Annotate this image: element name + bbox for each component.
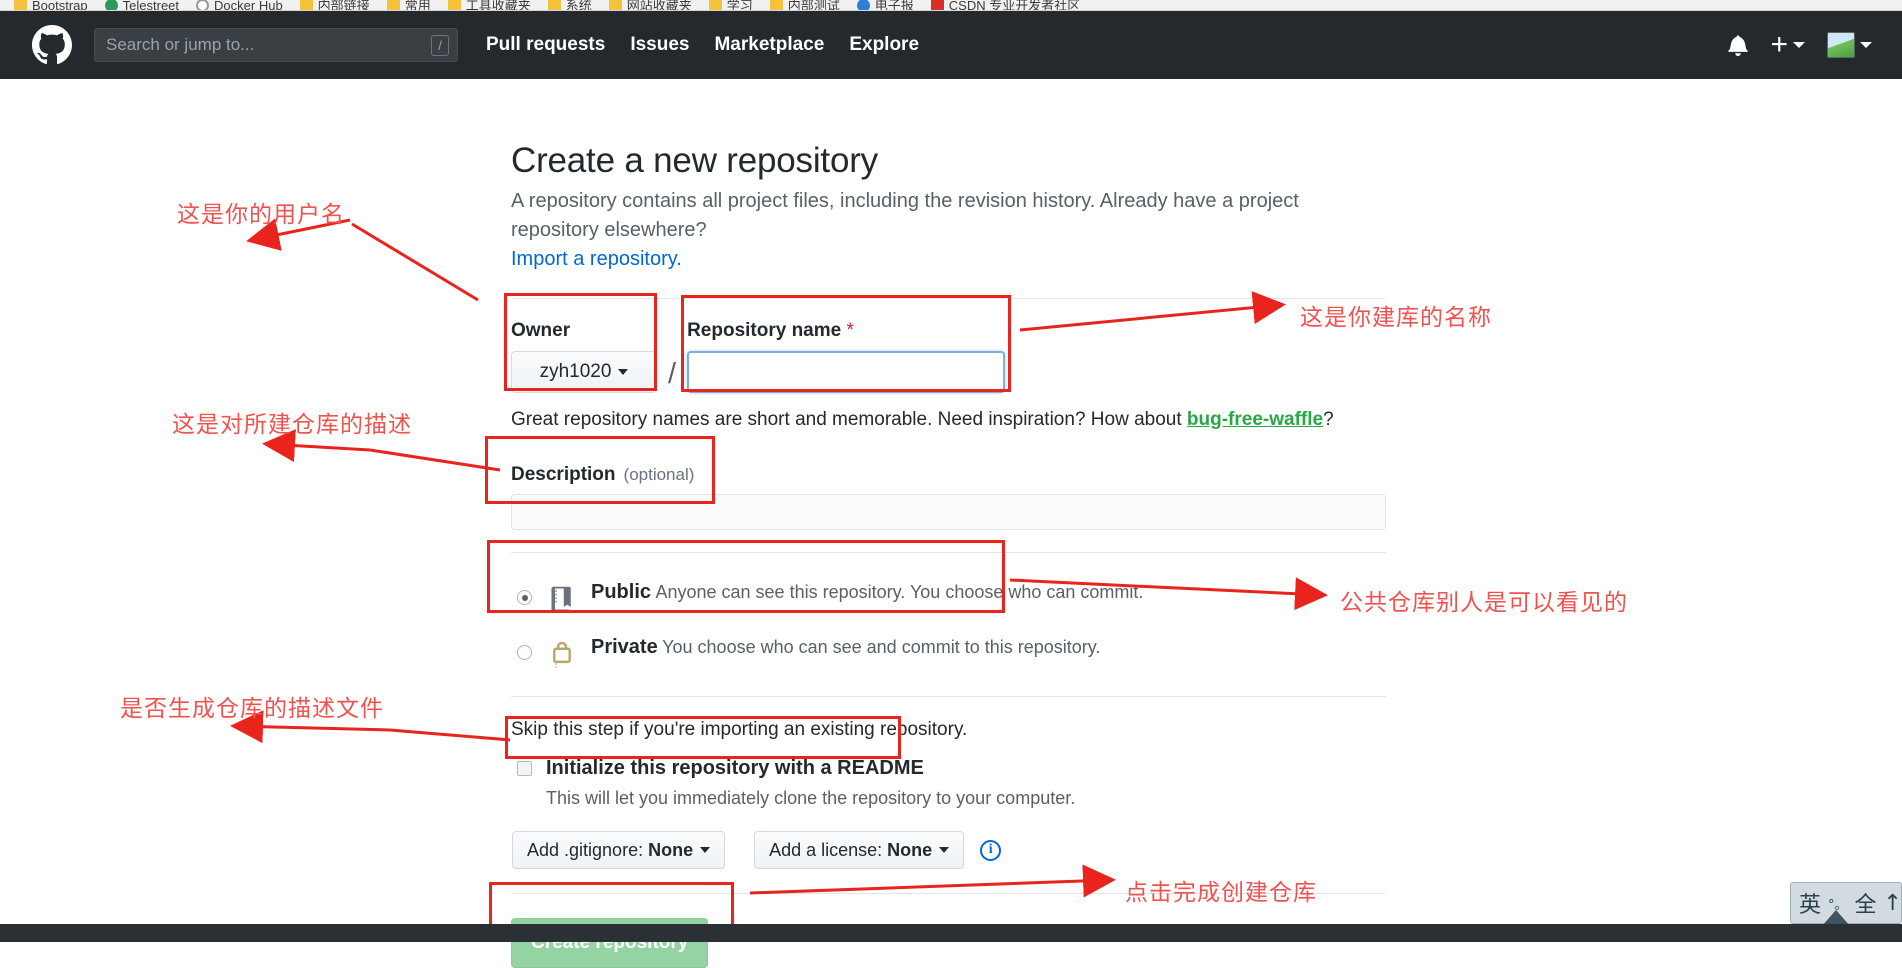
- chevron-down-icon: [939, 847, 950, 853]
- folder-icon: [447, 0, 461, 10]
- highlight-readme: [505, 716, 901, 759]
- bookmark-item[interactable]: Bootstrap: [14, 0, 88, 11]
- annotation-text-create: 点击完成创建仓库: [1125, 880, 1317, 906]
- import-repository-link[interactable]: Import a repository.: [511, 248, 682, 270]
- bookmark-item[interactable]: Docker Hub: [196, 0, 283, 11]
- bell-icon[interactable]: [1728, 34, 1749, 56]
- ime-extra-toggle[interactable]: ↑: [1884, 891, 1901, 916]
- bookmark-item[interactable]: 内部测试: [769, 0, 840, 11]
- bookmark-label: Telestreet: [122, 0, 180, 11]
- bookmark-label: 工具收藏夹: [465, 0, 531, 11]
- bookmark-label: 电子报: [874, 0, 914, 11]
- site-icon: [856, 0, 870, 10]
- gitignore-select-button[interactable]: Add .gitignore: None: [512, 831, 726, 869]
- chevron-down-icon: [1793, 42, 1805, 48]
- bookmark-item[interactable]: CSDN 专业开发者社区: [930, 0, 1081, 11]
- bookmark-label: 网站收藏夹: [626, 0, 692, 11]
- plus-icon: +: [1770, 28, 1788, 61]
- site-icon: [104, 0, 118, 10]
- nav-pull-requests[interactable]: Pull requests: [486, 34, 605, 56]
- folder-icon: [708, 0, 722, 10]
- browser-bookmarks-bar[interactable]: Bootstrap Telestreet Docker Hub 内部链接 常用 …: [0, 0, 1902, 11]
- annotation-text-public: 公共仓库别人是可以看见的: [1340, 590, 1628, 616]
- taskbar: [0, 924, 1902, 942]
- template-selectors: Add .gitignore: None Add a license: None…: [512, 831, 1386, 869]
- bookmark-item[interactable]: 学习: [708, 0, 753, 11]
- bookmark-label: Bootstrap: [32, 0, 88, 11]
- folder-icon: [547, 0, 561, 10]
- highlight-repository-name: [681, 295, 1011, 392]
- private-radio[interactable]: [517, 645, 532, 660]
- chevron-down-icon: [1860, 42, 1872, 48]
- header-right-actions: +: [1728, 28, 1882, 61]
- bookmark-label: 常用: [404, 0, 431, 11]
- license-prefix: Add a license:: [769, 839, 883, 860]
- bookmark-label: 内部测试: [787, 0, 840, 11]
- site-icon: [196, 0, 210, 10]
- bookmark-item[interactable]: 常用: [386, 0, 431, 11]
- gitignore-prefix: Add .gitignore:: [527, 839, 644, 860]
- search-input[interactable]: [94, 28, 458, 62]
- repository-name-suggestion[interactable]: bug-free-waffle: [1187, 409, 1323, 430]
- license-select-button[interactable]: Add a license: None: [754, 831, 965, 869]
- annotation-text-description: 这是对所建仓库的描述: [172, 412, 412, 438]
- readme-sub-note: This will let you immediately clone the …: [546, 788, 1076, 808]
- bookmark-label: CSDN 专业开发者社区: [948, 0, 1081, 11]
- private-title: Private: [591, 636, 658, 658]
- owner-name-separator: /: [668, 358, 677, 390]
- github-mark-icon[interactable]: [32, 25, 72, 65]
- bookmark-label: Docker Hub: [214, 0, 283, 11]
- bookmark-label: 学习: [726, 0, 753, 11]
- bookmark-item[interactable]: Telestreet: [104, 0, 180, 11]
- folder-icon: [14, 0, 27, 10]
- github-header: / Pull requests Issues Marketplace Explo…: [0, 11, 1902, 79]
- readme-checkbox[interactable]: [517, 761, 532, 776]
- page-title: Create a new repository: [511, 141, 878, 180]
- readme-checkbox-row[interactable]: Initialize this repository with a README: [511, 757, 1386, 780]
- nav-marketplace[interactable]: Marketplace: [714, 34, 824, 56]
- search-box[interactable]: /: [94, 28, 458, 62]
- bookmark-label: 内部链接: [317, 0, 370, 11]
- folder-icon: [769, 0, 783, 10]
- chevron-down-icon: [700, 847, 711, 853]
- bookmark-item[interactable]: 工具收藏夹: [447, 0, 531, 11]
- nav-issues[interactable]: Issues: [630, 34, 689, 56]
- bookmark-item[interactable]: 系统: [547, 0, 592, 11]
- info-icon[interactable]: i: [980, 839, 1002, 861]
- annotation-text-repo-name: 这是你建库的名称: [1300, 305, 1492, 331]
- avatar: [1827, 32, 1855, 58]
- license-value: None: [887, 839, 933, 860]
- repository-name-hint-prefix: Great repository names are short and mem…: [511, 409, 1187, 430]
- annotation-text-username: 这是你的用户名: [177, 202, 345, 228]
- folder-icon: [386, 0, 400, 10]
- create-new-menu[interactable]: +: [1770, 28, 1805, 61]
- readme-label: Initialize this repository with a README: [546, 757, 924, 779]
- user-menu[interactable]: [1827, 32, 1872, 58]
- site-icon: [930, 0, 944, 10]
- nav-explore[interactable]: Explore: [849, 34, 919, 56]
- repository-name-hint: Great repository names are short and mem…: [511, 409, 1386, 431]
- lock-icon: [548, 636, 578, 674]
- gitignore-value: None: [648, 839, 694, 860]
- bookmark-label: 系统: [565, 0, 592, 11]
- page-subtitle: A repository contains all project files,…: [511, 187, 1386, 274]
- folder-icon: [608, 0, 622, 10]
- bookmark-item[interactable]: 内部链接: [299, 0, 370, 11]
- private-option-text: Private You choose who can see and commi…: [591, 636, 1100, 658]
- visibility-option-private[interactable]: Private You choose who can see and commi…: [511, 636, 1386, 674]
- folder-icon: [299, 0, 313, 10]
- highlight-description: [485, 436, 715, 504]
- private-description: You choose who can see and commit to thi…: [662, 637, 1101, 657]
- bookmark-item[interactable]: 电子报: [856, 0, 914, 11]
- repository-name-hint-suffix: ?: [1323, 409, 1334, 430]
- bookmark-item[interactable]: 网站收藏夹: [608, 0, 692, 11]
- annotation-text-readme: 是否生成仓库的描述文件: [120, 696, 384, 722]
- highlight-public: [487, 540, 1005, 613]
- highlight-owner: [504, 293, 657, 391]
- page-subtitle-text: A repository contains all project files,…: [511, 190, 1299, 241]
